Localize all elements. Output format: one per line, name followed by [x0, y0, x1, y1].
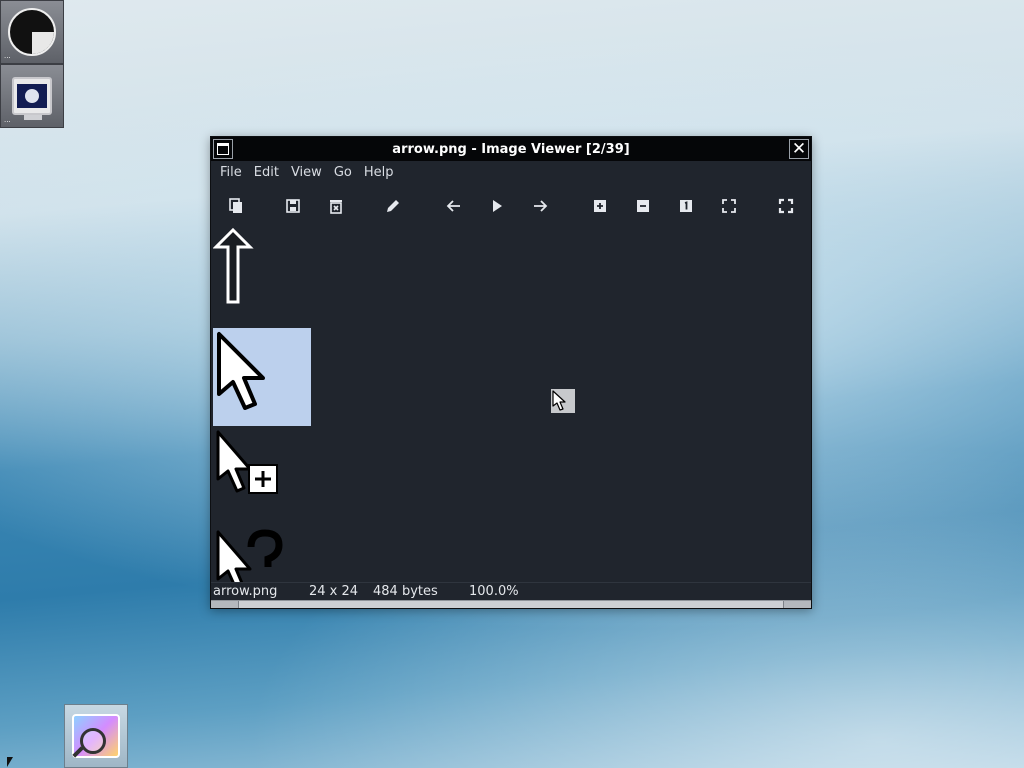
window-menu-button[interactable] — [213, 139, 233, 159]
menu-go[interactable]: Go — [328, 161, 358, 185]
save-icon[interactable] — [283, 196, 303, 216]
menu-help[interactable]: Help — [358, 161, 400, 185]
open-icon[interactable] — [226, 196, 246, 216]
thumbnail-up-arrow[interactable] — [213, 227, 311, 325]
zoom-in-icon[interactable] — [590, 196, 610, 216]
zoom-out-icon[interactable] — [633, 196, 653, 216]
menu-view[interactable]: View — [285, 161, 328, 185]
thumbnail-help-cursor[interactable] — [213, 527, 311, 582]
logo-icon — [8, 8, 56, 56]
desktop-icon-logo[interactable]: ··· — [0, 0, 64, 64]
window-title: arrow.png - Image Viewer [2/39] — [392, 141, 630, 157]
menu-edit[interactable]: Edit — [248, 161, 285, 185]
mouse-pointer-icon — [7, 757, 13, 767]
zoom-100-icon[interactable] — [676, 196, 696, 216]
thumbnail-arrow[interactable] — [213, 328, 311, 426]
image-viewer-icon — [72, 714, 120, 758]
thumbnail-copy-cursor[interactable] — [213, 427, 311, 525]
desktop-icon-monitor[interactable]: ··· — [0, 64, 64, 128]
image-viewer-window: arrow.png - Image Viewer [2/39] ✕ File E… — [210, 136, 812, 609]
status-filename: arrow.png — [213, 584, 278, 599]
status-zoom: 100.0% — [469, 584, 519, 599]
previous-arrow-icon[interactable] — [444, 196, 464, 216]
toolbar — [211, 185, 811, 227]
displayed-image — [551, 389, 575, 413]
slideshow-play-icon[interactable] — [487, 196, 507, 216]
status-dimensions: 24 x 24 — [309, 584, 359, 599]
image-area[interactable] — [211, 227, 811, 582]
icon-dots: ··· — [4, 118, 11, 126]
zoom-fit-icon[interactable] — [719, 196, 739, 216]
edit-icon[interactable] — [383, 196, 403, 216]
status-size: 484 bytes — [373, 584, 438, 599]
icon-dots: ··· — [4, 54, 11, 62]
next-arrow-icon[interactable] — [530, 196, 550, 216]
desktop-icon-image-viewer[interactable] — [64, 704, 128, 768]
monitor-icon — [12, 77, 52, 120]
menu-bar: File Edit View Go Help — [211, 161, 811, 185]
menu-file[interactable]: File — [214, 161, 248, 185]
close-button[interactable]: ✕ — [789, 139, 809, 159]
horizontal-scrollbar[interactable] — [211, 600, 811, 608]
status-bar: arrow.png 24 x 24 484 bytes 100.0% — [211, 582, 811, 600]
thumbnail-strip[interactable] — [211, 227, 313, 582]
title-bar[interactable]: arrow.png - Image Viewer [2/39] ✕ — [211, 137, 811, 161]
delete-icon[interactable] — [326, 196, 346, 216]
fullscreen-icon[interactable] — [776, 196, 796, 216]
